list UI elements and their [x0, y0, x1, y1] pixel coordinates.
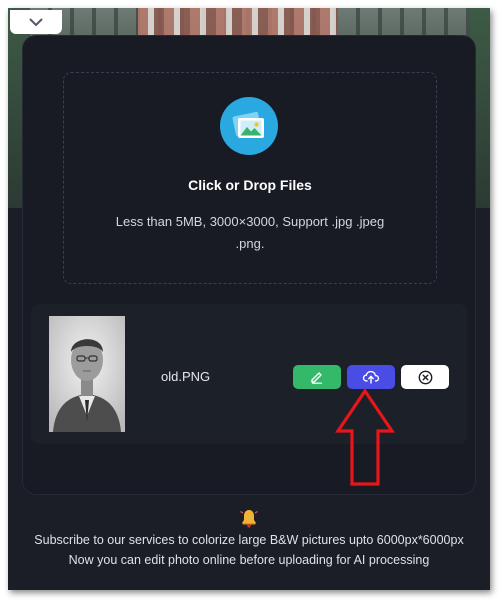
- bell-icon: [240, 510, 258, 528]
- background-building: [138, 8, 338, 38]
- close-circle-icon: [418, 370, 432, 384]
- promo-line-2: Now you can edit photo online before upl…: [68, 553, 430, 567]
- pencil-icon: [311, 372, 322, 384]
- annotation-arrow-icon: [335, 388, 395, 486]
- collapse-toggle-button[interactable]: [10, 10, 62, 34]
- promo-line-1: Subscribe to our services to colorize la…: [34, 533, 464, 547]
- promo-footer: Subscribe to our services to colorize la…: [8, 508, 490, 570]
- image-gallery-icon: [220, 97, 278, 155]
- chevron-down-icon: [29, 18, 43, 26]
- file-name: old.PNG: [161, 369, 211, 384]
- upload-button[interactable]: [347, 365, 395, 389]
- edit-button[interactable]: [293, 365, 341, 389]
- file-drop-zone[interactable]: Click or Drop Files Less than 5MB, 3000×…: [63, 72, 437, 284]
- upload-panel: Click or Drop Files Less than 5MB, 3000×…: [22, 35, 476, 495]
- drop-title: Click or Drop Files: [188, 177, 312, 193]
- remove-button[interactable]: [401, 365, 449, 389]
- app-window: Click or Drop Files Less than 5MB, 3000×…: [8, 8, 490, 590]
- uploaded-file-row: old.PNG: [31, 304, 467, 444]
- file-thumbnail: [49, 316, 125, 432]
- drop-hint: Less than 5MB, 3000×3000, Support .jpg .…: [115, 214, 385, 251]
- cloud-upload-icon: [362, 370, 380, 384]
